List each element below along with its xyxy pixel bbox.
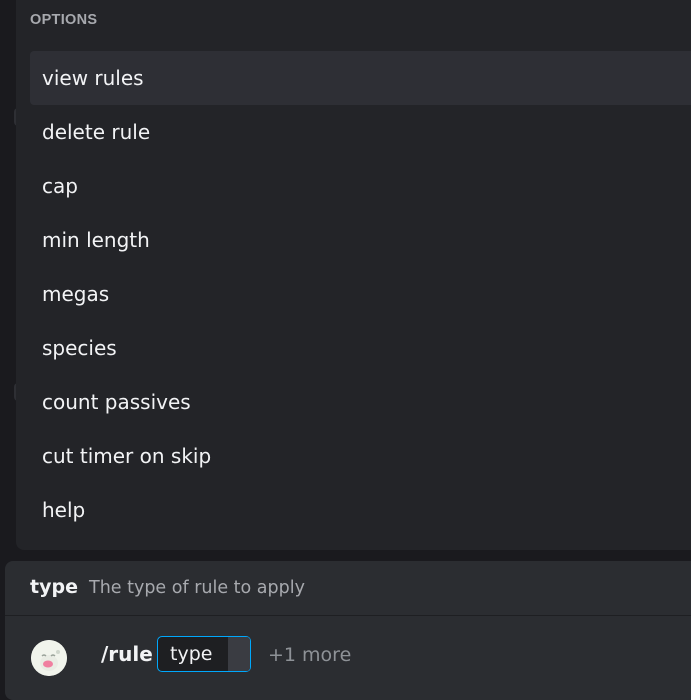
- parameter-input-area[interactable]: [228, 637, 250, 671]
- option-help[interactable]: help: [30, 483, 691, 537]
- message-composer: /rule type +1 more: [5, 615, 691, 700]
- slash-command-name: /rule: [101, 642, 153, 666]
- parameter-hint-bar: type The type of rule to apply: [5, 561, 691, 615]
- hint-param-name: type: [30, 576, 78, 598]
- hint-description: The type of rule to apply: [89, 578, 305, 598]
- options-header: OPTIONS: [30, 12, 98, 28]
- parameter-type-label: type: [170, 643, 213, 665]
- option-megas[interactable]: megas: [30, 267, 691, 321]
- option-min-length[interactable]: min length: [30, 213, 691, 267]
- options-list: view rules delete rule cap min length me…: [30, 51, 691, 537]
- option-cap[interactable]: cap: [30, 159, 691, 213]
- parameter-type-pill[interactable]: type: [157, 636, 251, 672]
- option-delete-rule[interactable]: delete rule: [30, 105, 691, 159]
- option-cut-timer-on-skip[interactable]: cut timer on skip: [30, 429, 691, 483]
- more-options-link[interactable]: +1 more: [268, 644, 351, 666]
- option-view-rules[interactable]: view rules: [30, 51, 691, 105]
- bot-avatar-icon: [31, 640, 67, 676]
- option-species[interactable]: species: [30, 321, 691, 375]
- option-count-passives[interactable]: count passives: [30, 375, 691, 429]
- autocomplete-options-panel: OPTIONS view rules delete rule cap min l…: [16, 0, 691, 550]
